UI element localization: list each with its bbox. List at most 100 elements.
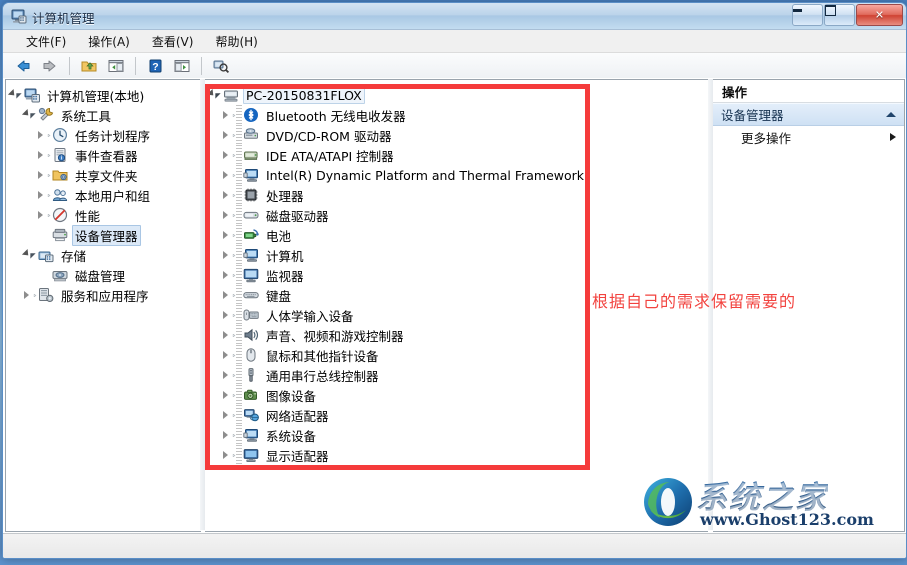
tree-connector (236, 225, 242, 245)
tree-connector (236, 185, 242, 205)
device-category-row[interactable]: 磁盘驱动器 (205, 205, 708, 225)
monitor-icon (242, 266, 260, 284)
imaging-device-icon (242, 386, 260, 404)
expand-arrow-closed-icon[interactable] (223, 345, 236, 365)
event-viewer-icon: i (51, 146, 69, 164)
expand-arrow-open-icon[interactable] (24, 245, 37, 265)
sidebar-item-label: 设备管理器 (72, 224, 141, 246)
expand-arrow-closed-icon[interactable] (223, 405, 236, 425)
sidebar-item-label: 事件查看器 (75, 148, 138, 164)
close-button[interactable]: ✕ (856, 4, 903, 26)
forward-icon[interactable] (38, 55, 62, 78)
expand-arrow-closed-icon[interactable] (223, 365, 236, 385)
show-pane-icon[interactable] (170, 55, 194, 78)
device-category-row[interactable]: 声音、视频和游戏控制器 (205, 325, 708, 345)
sidebar-item-8[interactable]: 存储 (6, 245, 201, 265)
expand-arrow-closed-icon[interactable] (223, 205, 236, 225)
expand-arrow-closed-icon[interactable] (38, 185, 51, 205)
device-category-row[interactable]: 鼠标和其他指针设备 (205, 345, 708, 365)
expand-arrow-closed-icon[interactable] (223, 165, 236, 185)
sidebar-item-9[interactable]: 磁盘管理 (6, 265, 201, 285)
expand-arrow-open-icon[interactable] (24, 105, 37, 125)
tree-connector (236, 425, 242, 445)
expand-arrow-open-icon[interactable] (10, 85, 23, 105)
device-category-row[interactable]: DVD/CD-ROM 驱动器 (205, 125, 708, 145)
sidebar-item-4[interactable]: 共享文件夹 (6, 165, 201, 185)
device-category-row[interactable]: 系统设备 (205, 425, 708, 445)
device-category-row[interactable]: 显示适配器 (205, 445, 708, 465)
tree-connector (236, 105, 242, 125)
action-more-actions[interactable]: 更多操作 (713, 126, 904, 148)
device-category-label: 系统设备 (266, 428, 317, 444)
actions-group-device-manager[interactable]: 设备管理器 (713, 103, 904, 126)
menu-help[interactable]: 帮助(H) (204, 31, 268, 52)
sidebar-item-3[interactable]: i 事件查看器 (6, 145, 201, 165)
device-category-label: 通用串行总线控制器 (266, 368, 379, 384)
device-category-row[interactable]: 计算机 (205, 245, 708, 265)
sidebar-item-2[interactable]: 任务计划程序 (6, 125, 201, 145)
device-category-row[interactable]: 图像设备 (205, 385, 708, 405)
device-category-row[interactable]: Intel(R) Dynamic Platform and Thermal Fr… (205, 165, 708, 185)
window-title: 计算机管理 (32, 11, 95, 26)
system-tools-icon (37, 106, 55, 124)
device-category-row[interactable]: Bluetooth 无线电收发器 (205, 105, 708, 125)
device-tree-root[interactable]: PC-20150831FLOX (205, 85, 708, 105)
help-icon[interactable]: ? (143, 55, 167, 78)
expand-arrow-open-icon[interactable] (209, 85, 222, 105)
expand-arrow-closed-icon[interactable] (223, 245, 236, 265)
sidebar-item-7[interactable]: 设备管理器 (6, 224, 201, 246)
expand-arrow-closed-icon[interactable] (223, 125, 236, 145)
device-category-row[interactable]: IDE ATA/ATAPI 控制器 (205, 145, 708, 165)
expand-arrow-closed-icon[interactable] (38, 205, 51, 225)
caret-up-icon[interactable] (886, 112, 896, 117)
sidebar-item-10[interactable]: 服务和应用程序 (6, 285, 201, 305)
expand-arrow-closed-icon[interactable] (24, 285, 37, 305)
expand-arrow-closed-icon[interactable] (223, 305, 236, 325)
display-adapter-icon (242, 446, 260, 464)
back-icon[interactable] (11, 55, 35, 78)
expand-arrow-closed-icon[interactable] (38, 125, 51, 145)
tree-connector (236, 405, 242, 425)
sidebar-item-5[interactable]: 本地用户和组 (6, 185, 201, 205)
maximize-button[interactable] (824, 4, 855, 26)
mouse-icon (242, 346, 260, 364)
actions-header: 操作 (713, 80, 904, 103)
console-tree-pane[interactable]: 计算机管理(本地) 系统工具 任务计划程序 i 事件查看器 共享文件夹 本地用户和组 性能 设备… (5, 79, 201, 532)
expand-arrow-closed-icon[interactable] (223, 325, 236, 345)
sidebar-item-6[interactable]: 性能 (6, 205, 201, 225)
sidebar-item-1[interactable]: 系统工具 (6, 105, 201, 125)
tree-connector (236, 445, 242, 465)
expand-arrow-none-icon (38, 225, 51, 245)
expand-arrow-closed-icon[interactable] (223, 145, 236, 165)
expand-arrow-closed-icon[interactable] (223, 105, 236, 125)
expand-arrow-closed-icon[interactable] (223, 225, 236, 245)
expand-arrow-closed-icon[interactable] (223, 425, 236, 445)
title-bar[interactable]: 计算机管理 ✕ (3, 3, 906, 30)
expand-arrow-closed-icon[interactable] (223, 445, 236, 465)
expand-arrow-closed-icon[interactable] (38, 145, 51, 165)
expand-arrow-closed-icon[interactable] (223, 285, 236, 305)
device-category-label: 监视器 (266, 268, 304, 284)
device-category-row[interactable]: 网络适配器 (205, 405, 708, 425)
menu-view[interactable]: 查看(V) (141, 31, 205, 52)
menu-file[interactable]: 文件(F) (15, 31, 77, 52)
device-category-label: 显示适配器 (266, 448, 329, 464)
sidebar-item-0[interactable]: 计算机管理(本地) (6, 85, 201, 105)
minimize-button[interactable] (792, 4, 823, 26)
up-folder-icon[interactable] (77, 55, 101, 78)
menu-action[interactable]: 操作(A) (77, 31, 141, 52)
device-category-row[interactable]: 电池 (205, 225, 708, 245)
show-tree-icon[interactable] (104, 55, 128, 78)
menu-bar: 文件(F) 操作(A) 查看(V) 帮助(H) (3, 30, 906, 53)
device-category-row[interactable]: 处理器 (205, 185, 708, 205)
expand-arrow-closed-icon[interactable] (223, 185, 236, 205)
device-category-row[interactable]: 通用串行总线控制器 (205, 365, 708, 385)
expand-arrow-closed-icon[interactable] (38, 165, 51, 185)
expand-arrow-closed-icon[interactable] (223, 385, 236, 405)
device-category-row[interactable]: 监视器 (205, 265, 708, 285)
device-category-label: 图像设备 (266, 388, 317, 404)
sidebar-item-label: 存储 (61, 248, 87, 264)
scan-hardware-icon[interactable] (209, 55, 233, 78)
expand-arrow-closed-icon[interactable] (223, 265, 236, 285)
network-adapter-icon (242, 406, 260, 424)
